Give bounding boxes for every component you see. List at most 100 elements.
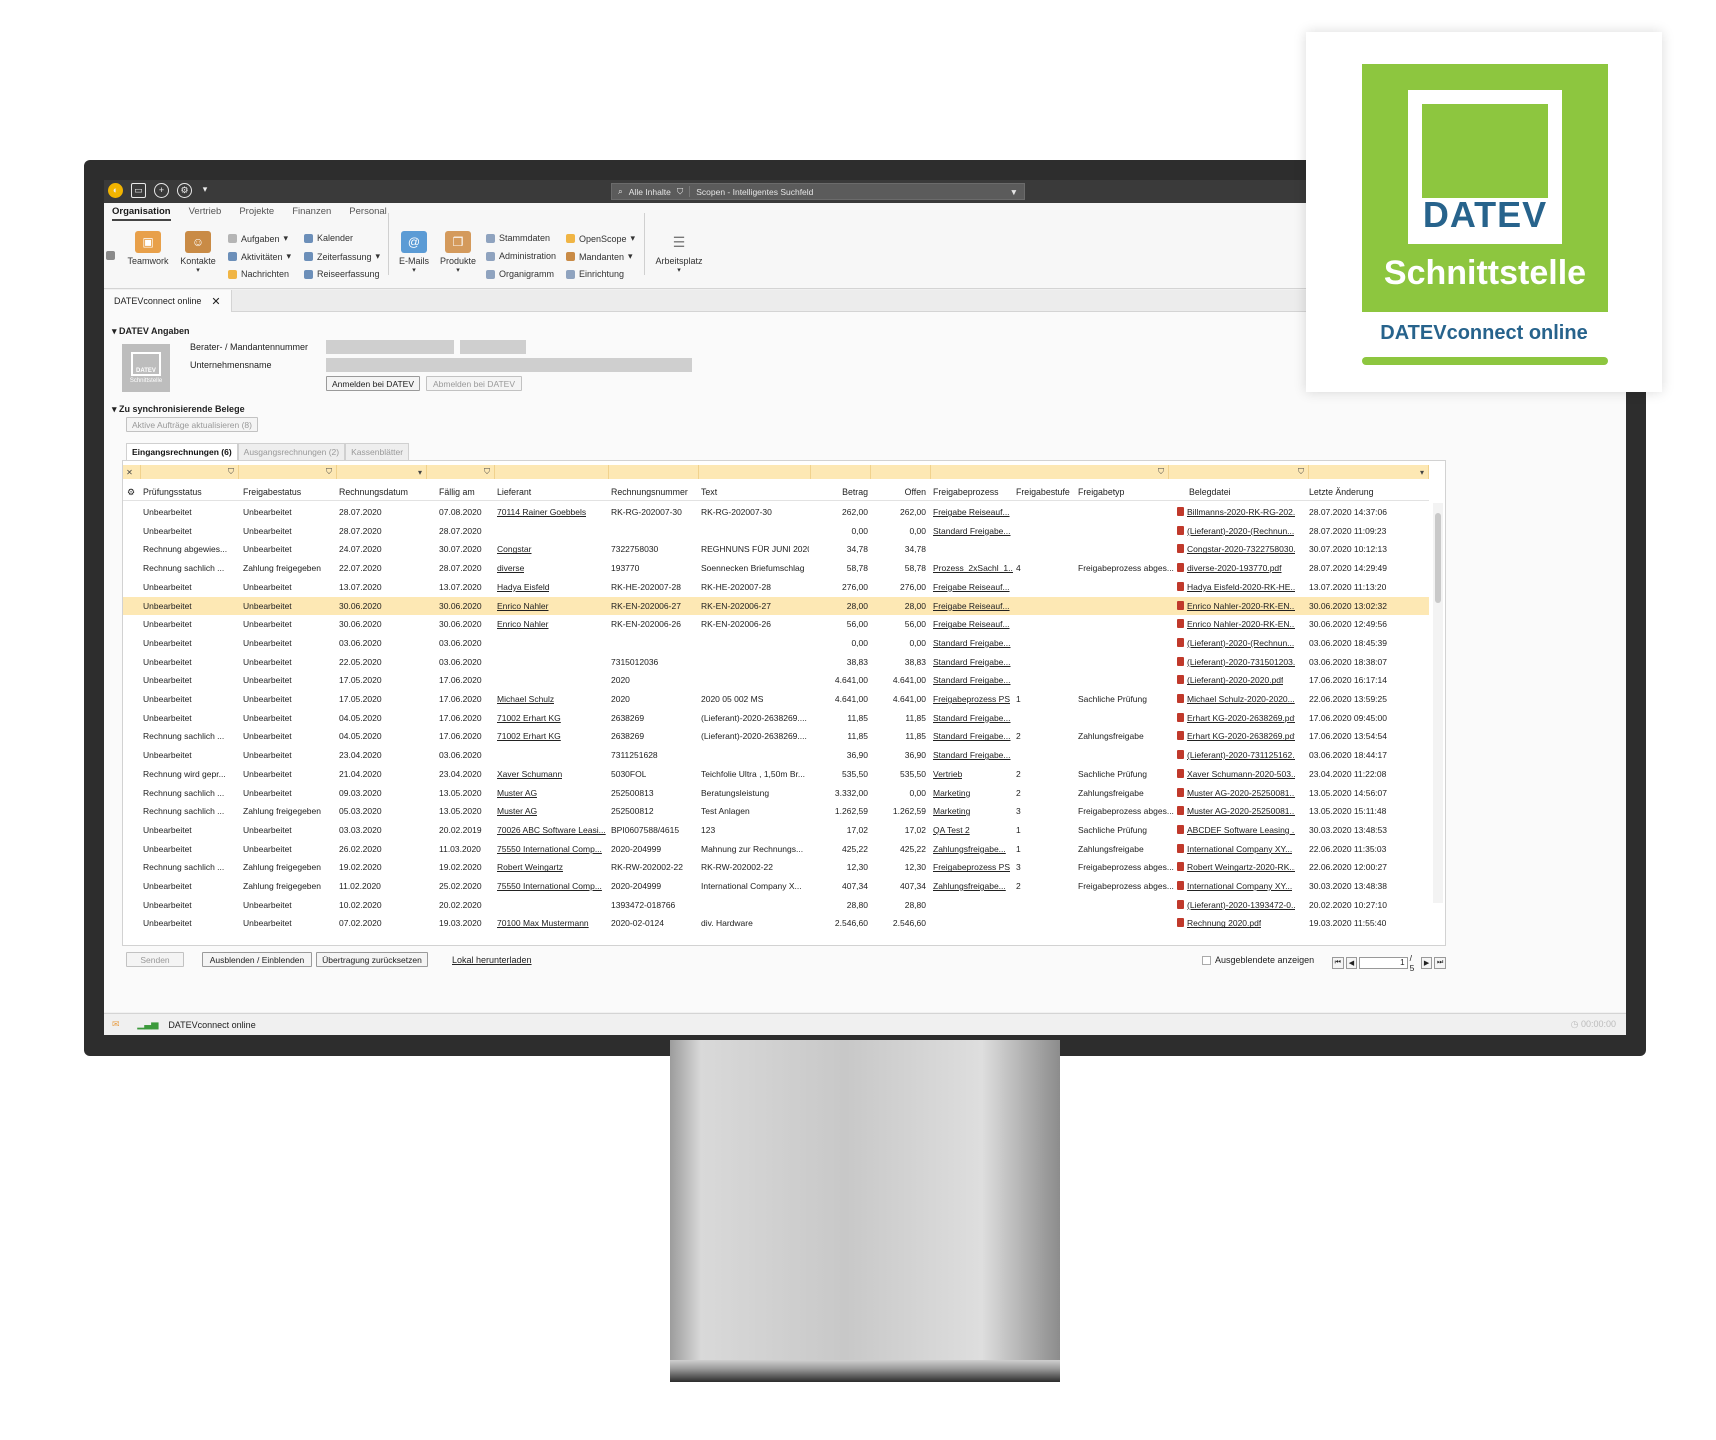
table-cell[interactable]: Standard Freigabe... bbox=[933, 731, 1011, 741]
table-cell[interactable]: Hadya Eisfeld bbox=[497, 582, 549, 592]
table-cell[interactable]: Billmanns-2020-RK-RG-202... bbox=[1177, 507, 1295, 517]
chevron-down-icon[interactable]: ▾ bbox=[1420, 468, 1424, 477]
table-cell[interactable]: Congstar-2020-7322758030... bbox=[1177, 544, 1295, 554]
file-name[interactable]: Robert Weingartz-2020-RK... bbox=[1187, 862, 1295, 872]
next-page-icon[interactable]: ▶ bbox=[1420, 957, 1433, 969]
tab-organisation[interactable]: Organisation bbox=[112, 206, 171, 221]
table-row[interactable]: Unbearbeitet Unbearbeitet 28.07.2020 28.07.… bbox=[123, 522, 1429, 541]
table-row[interactable]: Unbearbeitet Unbearbeitet 10.02.2020 20.02.… bbox=[123, 896, 1429, 915]
table-cell[interactable]: Standard Freigabe... bbox=[933, 638, 1011, 648]
column-header[interactable]: Fällig am bbox=[439, 487, 475, 497]
filter-cell[interactable] bbox=[871, 465, 931, 479]
filter-cell[interactable]: ⛉ bbox=[1169, 465, 1309, 479]
table-row[interactable]: Unbearbeitet Unbearbeitet 07.02.2020 19.03.… bbox=[123, 914, 1429, 933]
table-cell[interactable]: Marketing bbox=[933, 788, 970, 798]
table-row[interactable]: Unbearbeitet Unbearbeitet 28.07.2020 07.08.… bbox=[123, 503, 1429, 522]
scrollbar-thumb[interactable] bbox=[1435, 513, 1441, 603]
filter-cell[interactable]: ▾ bbox=[1309, 465, 1429, 479]
table-cell[interactable]: Erhart KG-2020-2638269.pdf bbox=[1177, 712, 1295, 723]
table-cell[interactable]: ABCDEF Software Leasing ... bbox=[1177, 824, 1295, 835]
filter-icon[interactable]: ⛉ bbox=[484, 467, 490, 477]
file-name[interactable]: Xaver Schumann-2020-503... bbox=[1187, 769, 1295, 779]
file-name[interactable]: (Lieferant)-2020-2020.pdf bbox=[1187, 675, 1283, 685]
file-name[interactable]: (Lieferant)-2020-731501203... bbox=[1187, 657, 1295, 667]
tab-datevconnect[interactable]: DATEVconnect online ✕ bbox=[104, 290, 232, 312]
file-name[interactable]: (Lieferant)-2020-(Rechnun... bbox=[1187, 526, 1294, 536]
table-row[interactable]: Rechnung sachlich ... Zahlung freigegeben… bbox=[123, 858, 1429, 877]
table-cell[interactable]: Enrico Nahler-2020-RK-EN... bbox=[1177, 619, 1295, 629]
table-row[interactable]: Unbearbeitet Unbearbeitet 22.05.2020 03.06.… bbox=[123, 653, 1429, 672]
filter-cell[interactable]: ⛉ bbox=[931, 465, 1169, 479]
prev-page-icon[interactable]: ◀ bbox=[1345, 957, 1358, 969]
table-cell[interactable]: (Lieferant)-2020-(Rechnun... bbox=[1177, 637, 1294, 648]
teamwork-button[interactable]: ▣ Teamwork bbox=[126, 231, 170, 266]
table-cell[interactable]: diverse-2020-193770.pdf bbox=[1177, 563, 1282, 573]
filter-cell[interactable] bbox=[609, 465, 699, 479]
section-sync-header[interactable]: ▾ Zu synchronisierende Belege bbox=[112, 404, 245, 415]
table-cell[interactable]: (Lieferant)-2020-1393472-0... bbox=[1177, 899, 1295, 910]
table-cell[interactable]: Freigabe Reiseauf... bbox=[933, 619, 1010, 629]
kalender-button[interactable]: Kalender bbox=[304, 233, 353, 243]
filter-cell[interactable] bbox=[811, 465, 871, 479]
administration-button[interactable]: Administration bbox=[486, 251, 556, 261]
ribbon-collapse-icon[interactable] bbox=[106, 251, 115, 260]
emails-button[interactable]: @ E-Mails ▾ bbox=[394, 231, 434, 274]
table-row[interactable]: Unbearbeitet Unbearbeitet 03.06.2020 03.06.… bbox=[123, 634, 1429, 653]
table-cell[interactable]: Freigabeprozess PS bbox=[933, 694, 1010, 704]
table-cell[interactable]: Standard Freigabe... bbox=[933, 657, 1011, 667]
file-name[interactable]: Erhart KG-2020-2638269.pdf bbox=[1187, 713, 1295, 723]
table-cell[interactable]: (Lieferant)-2020-731125162... bbox=[1177, 750, 1295, 760]
checkbox[interactable] bbox=[1202, 955, 1211, 965]
column-header[interactable]: Freigabeprozess bbox=[933, 487, 999, 497]
table-cell[interactable]: diverse bbox=[497, 563, 524, 573]
file-name[interactable]: (Lieferant)-2020-731125162... bbox=[1187, 750, 1295, 760]
table-cell[interactable]: Muster AG bbox=[497, 806, 537, 816]
table-cell[interactable]: Congstar bbox=[497, 544, 532, 554]
table-cell[interactable]: Rechnung 2020.pdf bbox=[1177, 918, 1261, 928]
tab-projekte[interactable]: Projekte bbox=[239, 206, 274, 221]
arbeitsplatz-button[interactable]: ☰ Arbeitsplatz ▾ bbox=[652, 231, 706, 274]
column-header[interactable]: Freigabetyp bbox=[1078, 487, 1124, 497]
reiseerfassung-button[interactable]: Reiseerfassung bbox=[304, 269, 380, 279]
add-icon[interactable]: + bbox=[154, 183, 169, 198]
column-header[interactable]: Text bbox=[701, 487, 717, 497]
close-icon[interactable]: ✕ bbox=[211, 295, 220, 308]
filter-cell[interactable]: ⛉ bbox=[141, 465, 239, 479]
filter-row[interactable]: ✕ ⛉ ⛉ ▾ ⛉ ⛉ ⛉ ▾ bbox=[123, 465, 1429, 479]
table-cell[interactable]: Zahlungsfreigabe... bbox=[933, 881, 1006, 891]
file-name[interactable]: Hadya Eisfeld-2020-RK-HE... bbox=[1187, 582, 1295, 592]
file-name[interactable]: Enrico Nahler-2020-RK-EN... bbox=[1187, 601, 1295, 611]
table-cell[interactable]: Prozess_2xSachl_1... bbox=[933, 563, 1013, 573]
table-cell[interactable]: Muster AG-2020-25250081... bbox=[1177, 787, 1295, 798]
table-cell[interactable]: Enrico Nahler bbox=[497, 619, 549, 629]
table-cell[interactable]: Freigabeprozess PS bbox=[933, 862, 1010, 872]
filter-cell[interactable] bbox=[495, 465, 609, 479]
table-row[interactable]: Rechnung sachlich ... Zahlung freigegeben… bbox=[123, 802, 1429, 821]
refresh-orders-button[interactable]: Aktive Aufträge aktualisieren (8) bbox=[126, 417, 258, 432]
senden-button[interactable]: Senden bbox=[126, 952, 184, 967]
last-page-icon[interactable]: ⏭ bbox=[1434, 957, 1446, 969]
table-row[interactable]: Unbearbeitet Unbearbeitet 03.03.2020 20.02.… bbox=[123, 821, 1429, 840]
table-cell[interactable]: Robert Weingartz-2020-RK... bbox=[1177, 862, 1295, 872]
filter-icon[interactable]: ⛉ bbox=[1298, 467, 1304, 477]
table-row[interactable]: Unbearbeitet Unbearbeitet 26.02.2020 11.03.… bbox=[123, 840, 1429, 859]
filter-cell[interactable]: ⛉ bbox=[427, 465, 495, 479]
file-name[interactable]: ABCDEF Software Leasing ... bbox=[1187, 825, 1295, 835]
table-cell[interactable]: 71002 Erhart KG bbox=[497, 731, 561, 741]
stammdaten-button[interactable]: Stammdaten bbox=[486, 233, 550, 243]
table-cell[interactable]: Standard Freigabe... bbox=[933, 750, 1011, 760]
table-cell[interactable]: QA Test 2 bbox=[933, 825, 970, 835]
column-header[interactable]: Freigabestatus bbox=[243, 487, 301, 497]
chevron-down-icon[interactable]: ▼ bbox=[1010, 187, 1018, 197]
column-header[interactable]: Lieferant bbox=[497, 487, 531, 497]
page-input[interactable]: 1 bbox=[1359, 957, 1408, 969]
table-cell[interactable]: Xaver Schumann bbox=[497, 769, 562, 779]
briefcase-icon[interactable]: ▭ bbox=[131, 183, 146, 198]
table-cell[interactable]: Freigabe Reiseauf... bbox=[933, 507, 1010, 517]
settings-icon[interactable]: ⚙ bbox=[177, 183, 192, 198]
filter-icon[interactable]: ⛉ bbox=[677, 186, 683, 197]
file-name[interactable]: Congstar-2020-7322758030... bbox=[1187, 544, 1295, 554]
column-header[interactable]: Offen bbox=[905, 487, 926, 497]
table-cell[interactable]: (Lieferant)-2020-2020.pdf bbox=[1177, 675, 1283, 685]
table-cell[interactable]: Robert Weingartz bbox=[497, 862, 563, 872]
